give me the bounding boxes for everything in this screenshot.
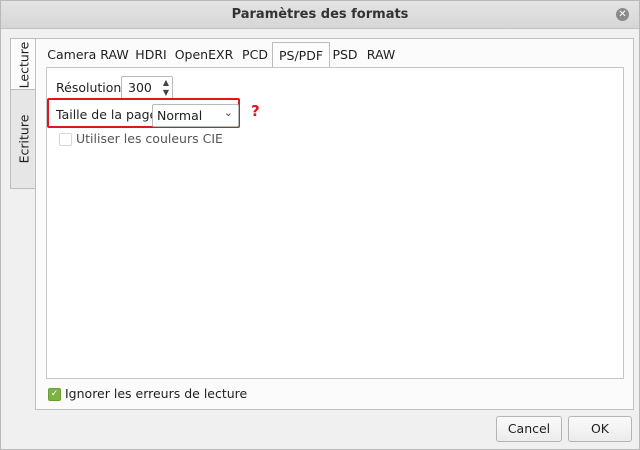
close-icon[interactable]: ✕: [616, 8, 629, 21]
resolution-value: 300: [128, 80, 152, 95]
spin-down-icon[interactable]: ▼: [163, 88, 169, 97]
page-size-value: Normal: [157, 108, 203, 123]
cie-label: Utiliser les couleurs CIE: [76, 131, 223, 146]
resolution-spinbox[interactable]: 300 ▲ ▼: [121, 76, 173, 100]
ignore-errors-checkbox[interactable]: ✓: [48, 388, 61, 401]
ok-button[interactable]: OK: [568, 416, 632, 442]
cancel-button[interactable]: Cancel: [496, 416, 562, 442]
tab-ecriture-label: Ecriture: [16, 114, 32, 164]
resolution-label: Résolution: [56, 80, 122, 95]
tab-hdri[interactable]: HDRI: [132, 43, 170, 67]
tab-openexr[interactable]: OpenEXR: [172, 43, 236, 67]
chevron-down-icon: ⌄: [223, 106, 233, 119]
cie-checkbox[interactable]: [59, 133, 72, 146]
page-size-select[interactable]: Normal ⌄: [152, 104, 239, 127]
spin-up-icon[interactable]: ▲: [163, 78, 169, 87]
ignore-errors-label: Ignorer les erreurs de lecture: [65, 386, 248, 401]
tab-lecture[interactable]: Lecture: [10, 38, 38, 91]
page-size-label: Taille de la page: [56, 107, 158, 122]
tab-lecture-label: Lecture: [16, 41, 32, 88]
tab-camera-raw[interactable]: Camera RAW: [44, 43, 132, 67]
tab-psd[interactable]: PSD: [330, 43, 360, 67]
window-title: Paramètres des formats: [231, 7, 409, 22]
title-bar: Paramètres des formats ✕: [1, 1, 639, 29]
question-mark-annotation: ?: [251, 102, 260, 120]
tab-ps-pdf[interactable]: PS/PDF: [272, 42, 330, 69]
tab-ecriture[interactable]: Ecriture: [10, 89, 38, 189]
tab-raw[interactable]: RAW: [362, 43, 400, 67]
tab-pcd[interactable]: PCD: [238, 43, 272, 67]
